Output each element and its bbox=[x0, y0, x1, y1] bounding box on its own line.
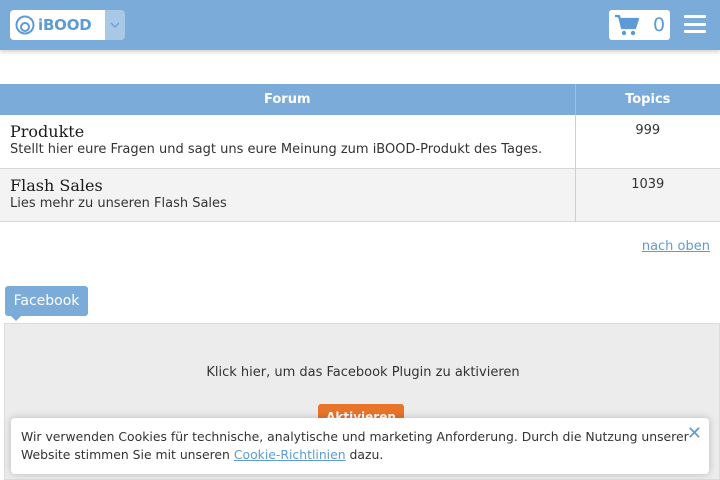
facebook-activate-text: Klick hier, um das Facebook Plugin zu ak… bbox=[206, 365, 520, 380]
shopping-cart-icon bbox=[615, 14, 640, 36]
forum-name-link[interactable]: Flash Sales bbox=[10, 176, 565, 195]
forum-description: Lies mehr zu unseren Flash Sales bbox=[10, 195, 227, 211]
logo-text: iBOOD bbox=[38, 16, 92, 34]
hamburger-menu-icon[interactable] bbox=[684, 15, 706, 33]
forum-table: Forum Topics Produkte Stellt hier eure F… bbox=[0, 84, 720, 222]
forum-description: Stellt hier eure Fragen und sagt uns eur… bbox=[10, 142, 543, 157]
topics-count: 1039 bbox=[631, 176, 665, 192]
topics-count: 999 bbox=[635, 123, 661, 138]
cookie-policy-link[interactable]: Cookie-Richtlinien bbox=[234, 447, 346, 462]
table-row[interactable]: Flash Sales Lies mehr zu unseren Flash S… bbox=[0, 168, 720, 221]
table-row[interactable]: Produkte Stellt hier eure Fragen und sag… bbox=[0, 115, 720, 168]
table-header-row: Forum Topics bbox=[0, 84, 720, 115]
facebook-tab-pointer bbox=[11, 316, 21, 321]
top-header: iBOOD 0 bbox=[0, 0, 720, 50]
cart-button[interactable]: 0 bbox=[609, 10, 670, 40]
facebook-tab[interactable]: Facebook bbox=[5, 286, 88, 316]
forum-name-link[interactable]: Produkte bbox=[10, 123, 565, 141]
forum-cell: Flash Sales Lies mehr zu unseren Flash S… bbox=[0, 168, 576, 221]
logo-link[interactable]: iBOOD bbox=[10, 10, 105, 40]
column-header-forum: Forum bbox=[0, 84, 576, 115]
column-header-topics: Topics bbox=[625, 92, 671, 107]
cart-count: 0 bbox=[653, 14, 666, 36]
forum-cell: Produkte Stellt hier eure Fragen und sag… bbox=[0, 115, 576, 168]
close-icon[interactable]: ✕ bbox=[687, 425, 702, 443]
cookie-banner: Wir verwenden Cookies für technische, an… bbox=[11, 418, 709, 474]
ibood-logo-icon bbox=[15, 15, 35, 35]
cookie-text-end: dazu. bbox=[345, 447, 384, 462]
chevron-down-icon bbox=[110, 22, 120, 28]
site-switcher-dropdown[interactable] bbox=[105, 10, 125, 40]
back-to-top-link[interactable]: nach oben bbox=[642, 239, 710, 254]
